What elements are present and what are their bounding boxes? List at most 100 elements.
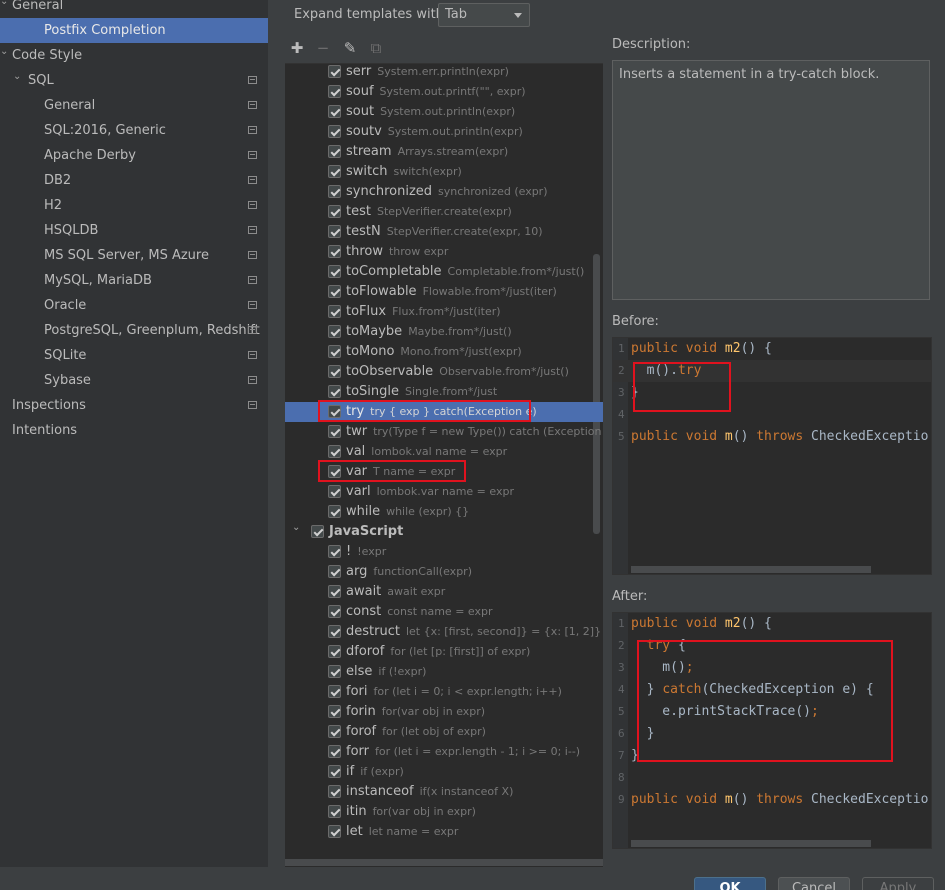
template-list-hscroll[interactable] (285, 856, 603, 867)
tree-item[interactable]: H2 (0, 193, 268, 218)
template-row[interactable]: toMaybe Maybe.from*/just() (285, 322, 603, 342)
template-checkbox[interactable] (328, 485, 341, 498)
template-group[interactable]: ⌄ JavaScript (285, 522, 603, 542)
template-checkbox[interactable] (328, 625, 341, 638)
expand-templates-select[interactable]: Tab (438, 3, 530, 27)
template-checkbox[interactable] (328, 565, 341, 578)
template-checkbox[interactable] (328, 765, 341, 778)
template-checkbox[interactable] (328, 805, 341, 818)
template-checkbox[interactable] (328, 605, 341, 618)
code-line[interactable]: 1 public void m2() { (613, 338, 931, 360)
chevron-down-icon[interactable]: ⌄ (0, 39, 8, 64)
template-row[interactable]: toFlux Flux.from*/just(iter) (285, 302, 603, 322)
template-row[interactable]: switch switch(expr) (285, 162, 603, 182)
template-checkbox[interactable] (328, 685, 341, 698)
remove-icon[interactable]: − (313, 38, 333, 58)
before-hscroll[interactable] (631, 566, 871, 573)
template-checkbox[interactable] (328, 725, 341, 738)
template-row[interactable]: else if (!expr) (285, 662, 603, 682)
template-checkbox[interactable] (328, 585, 341, 598)
ok-button[interactable]: OK (694, 877, 766, 890)
template-row[interactable]: await await expr (285, 582, 603, 602)
template-row[interactable]: twr try(Type f = new Type()) catch (Excep… (285, 422, 603, 442)
template-checkbox[interactable] (328, 345, 341, 358)
tree-item[interactable]: Sybase (0, 368, 268, 393)
template-row[interactable]: val lombok.val name = expr (285, 442, 603, 462)
tree-item[interactable]: MS SQL Server, MS Azure (0, 243, 268, 268)
template-row[interactable]: arg functionCall(expr) (285, 562, 603, 582)
template-checkbox[interactable] (328, 385, 341, 398)
tree-item[interactable]: ⌄ General (0, 0, 268, 18)
template-checkbox[interactable] (328, 225, 341, 238)
tree-item[interactable]: Oracle (0, 293, 268, 318)
template-checkbox[interactable] (328, 505, 341, 518)
template-row[interactable]: if if (expr) (285, 762, 603, 782)
tree-item[interactable]: General (0, 93, 268, 118)
template-row[interactable]: serr System.err.println(expr) (285, 64, 603, 82)
template-checkbox[interactable] (328, 785, 341, 798)
template-checkbox[interactable] (328, 85, 341, 98)
template-row[interactable]: toCompletable Completable.from*/just() (285, 262, 603, 282)
template-checkbox[interactable] (328, 745, 341, 758)
add-icon[interactable]: ✚ (287, 38, 307, 58)
template-checkbox[interactable] (328, 165, 341, 178)
template-checkbox[interactable] (328, 445, 341, 458)
template-checkbox[interactable] (328, 65, 341, 78)
code-line[interactable]: 5 public void m() throws CheckedExceptio (613, 426, 931, 448)
code-line[interactable]: 1 public void m2() { (613, 613, 931, 635)
chevron-down-icon[interactable]: ⌄ (0, 0, 8, 14)
cancel-button[interactable]: Cancel (778, 877, 850, 890)
hscroll-thumb[interactable] (285, 859, 603, 866)
template-row[interactable]: while while (expr) {} (285, 502, 603, 522)
template-row[interactable]: toFlowable Flowable.from*/just(iter) (285, 282, 603, 302)
template-checkbox[interactable] (328, 545, 341, 558)
template-checkbox[interactable] (328, 185, 341, 198)
template-row[interactable]: test StepVerifier.create(expr) (285, 202, 603, 222)
tree-item[interactable]: Postfix Completion (0, 18, 268, 43)
tree-item[interactable]: Apache Derby (0, 143, 268, 168)
template-row[interactable]: const const name = expr (285, 602, 603, 622)
template-checkbox[interactable] (328, 645, 341, 658)
code-line[interactable]: 8 (613, 767, 931, 789)
template-row[interactable]: instanceof if(x instanceof X) (285, 782, 603, 802)
tree-item[interactable]: ⌄ SQL (0, 68, 268, 93)
template-row[interactable]: destruct let {x: [first, second]} = {x: [… (285, 622, 603, 642)
template-checkbox[interactable] (328, 205, 341, 218)
template-checkbox[interactable] (328, 125, 341, 138)
tree-item[interactable]: Intentions (0, 418, 268, 443)
tree-item[interactable]: Inspections (0, 393, 268, 418)
tree-item[interactable]: SQLite (0, 343, 268, 368)
template-row[interactable]: forr for (let i = expr.length - 1; i >= 0… (285, 742, 603, 762)
template-checkbox[interactable] (328, 285, 341, 298)
template-row[interactable]: toSingle Single.from*/just (285, 382, 603, 402)
tree-item[interactable]: SQL:2016, Generic (0, 118, 268, 143)
template-row[interactable]: ! !expr (285, 542, 603, 562)
tree-item[interactable]: DB2 (0, 168, 268, 193)
template-row[interactable]: souf System.out.printf("", expr) (285, 82, 603, 102)
template-checkbox[interactable] (328, 825, 341, 838)
template-checkbox[interactable] (328, 705, 341, 718)
template-row[interactable]: stream Arrays.stream(expr) (285, 142, 603, 162)
tree-item[interactable]: MySQL, MariaDB (0, 268, 268, 293)
chevron-down-icon[interactable]: ⌄ (292, 518, 300, 538)
copy-icon[interactable]: ⧉ (366, 38, 386, 58)
template-row[interactable]: testN StepVerifier.create(expr, 10) (285, 222, 603, 242)
template-row[interactable]: forof for (let obj of expr) (285, 722, 603, 742)
group-checkbox[interactable] (311, 525, 324, 538)
template-row[interactable]: toMono Mono.from*/just(expr) (285, 342, 603, 362)
template-row[interactable]: throw throw expr (285, 242, 603, 262)
template-row[interactable]: varl lombok.var name = expr (285, 482, 603, 502)
template-row[interactable]: let let name = expr (285, 822, 603, 842)
template-row[interactable]: itin for(var obj in expr) (285, 802, 603, 822)
template-checkbox[interactable] (328, 305, 341, 318)
tree-item[interactable]: HSQLDB (0, 218, 268, 243)
template-row[interactable]: soutv System.out.println(expr) (285, 122, 603, 142)
code-line[interactable]: 9 public void m() throws CheckedExceptio (613, 789, 931, 811)
tree-item[interactable]: PostgreSQL, Greenplum, Redshift (0, 318, 268, 343)
template-checkbox[interactable] (328, 145, 341, 158)
template-checkbox[interactable] (328, 665, 341, 678)
template-checkbox[interactable] (328, 105, 341, 118)
template-row[interactable]: sout System.out.println(expr) (285, 102, 603, 122)
after-hscroll[interactable] (631, 840, 871, 847)
template-row[interactable]: forin for(var obj in expr) (285, 702, 603, 722)
